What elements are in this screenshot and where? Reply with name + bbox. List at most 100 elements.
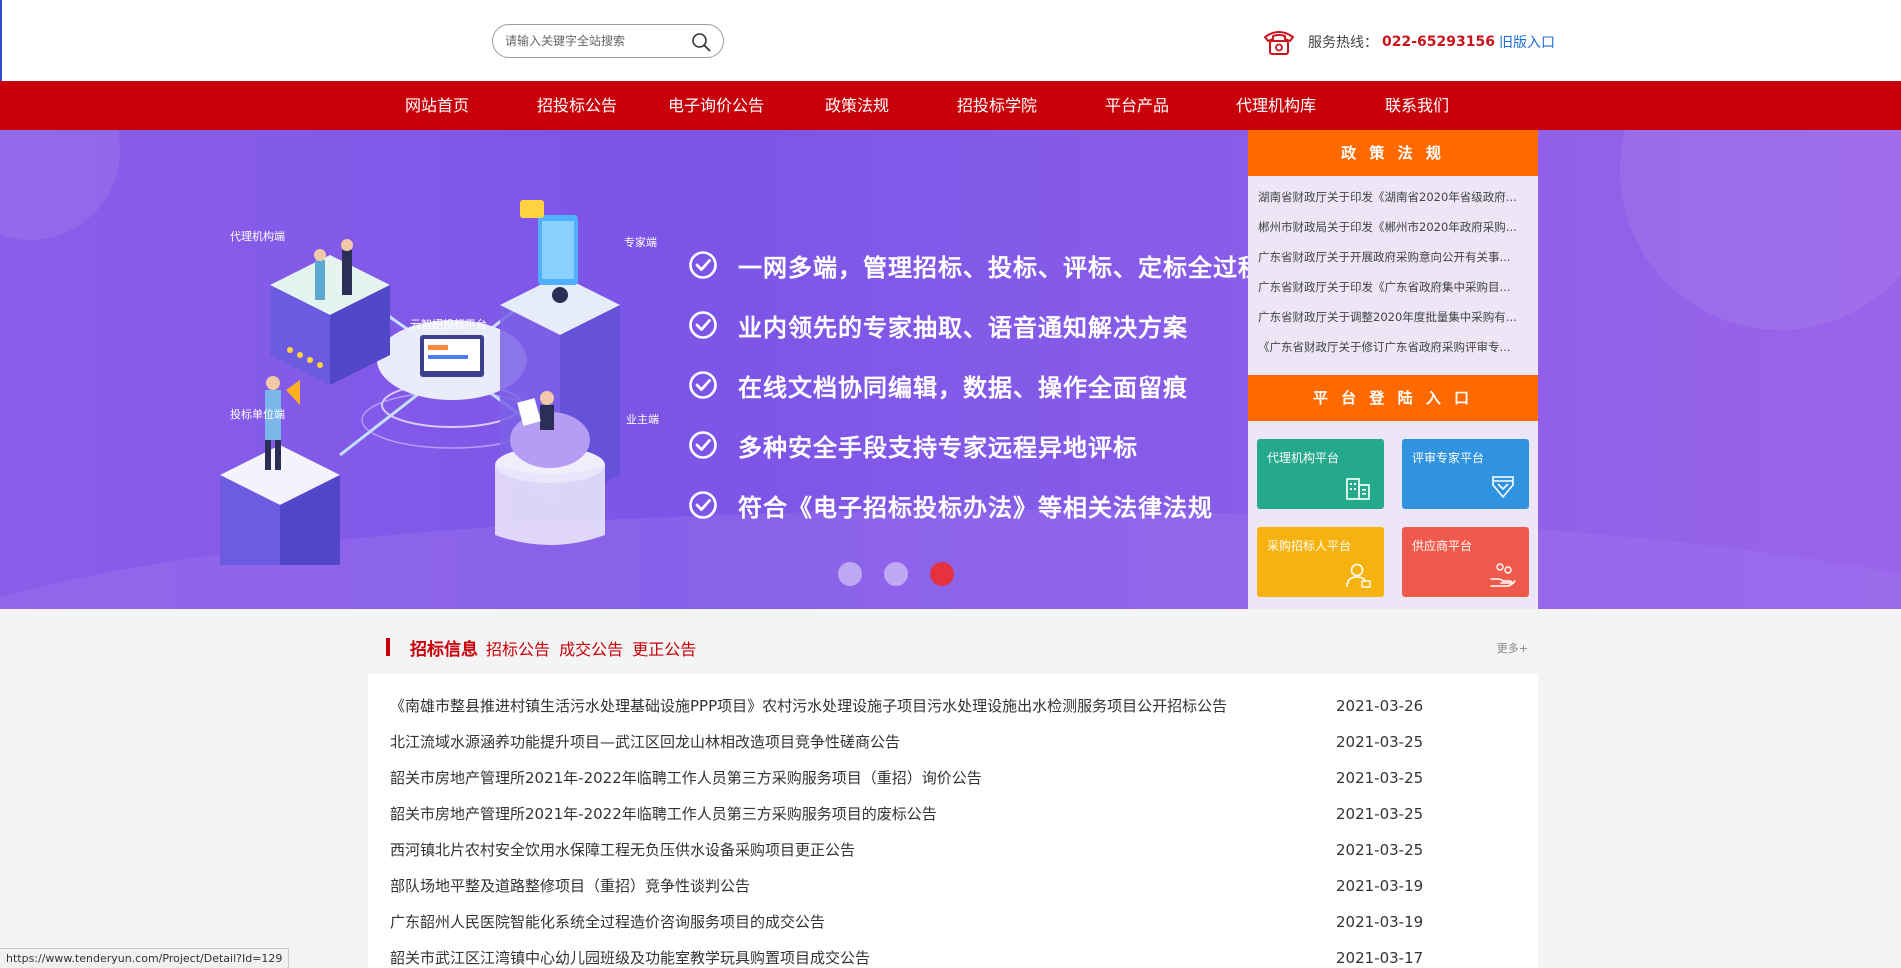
policy-item[interactable]: 湖南省财政厅关于印发《湖南省2020年省级政府... [1258,182,1528,212]
old-version-link[interactable]: 旧版入口 [1499,32,1555,52]
policy-item[interactable]: 《广东省财政厅关于修订广东省政府采购评审专... [1258,332,1528,362]
notice-tabs: 招标公告 成交公告 更正公告 [486,636,700,660]
policy-title: 政 策 法 规 [1248,130,1538,176]
feature-text: 多种安全手段支持专家远程异地评标 [738,433,1138,462]
notice-row[interactable]: 韶关市房地产管理所2021年-2022年临聘工作人员第三方采购服务项目的废标公告… [368,796,1538,832]
phone-icon [1264,31,1294,55]
side-panel: 政 策 法 规 湖南省财政厅关于印发《湖南省2020年省级政府... 郴州市财政… [1248,130,1538,609]
feature-text: 一网多端，管理招标、投标、评标、定标全过程 [738,253,1263,282]
nav-item-home[interactable]: 网站首页 [405,81,469,130]
notice-row-title[interactable]: 西河镇北片农村安全饮用水保障工程无负压供水设备采购项目更正公告 [390,832,855,868]
nav-item-policy[interactable]: 政策法规 [825,81,889,130]
supplier-platform-tile[interactable]: 供应商平台 [1402,527,1529,597]
carousel-dots [838,562,976,586]
feature-text: 业内领先的专家抽取、语音通知解决方案 [738,313,1188,342]
feature-item: 在线文档协同编辑，数据、操作全面留痕 [688,355,1263,415]
policy-item[interactable]: 郴州市财政局关于印发《郴州市2020年政府采购... [1258,212,1528,242]
tab-correction[interactable]: 更正公告 [632,640,696,659]
illustration-label-expert: 专家端 [624,236,657,249]
notice-row-date: 2021-03-25 [1336,805,1424,823]
carousel-dot-2[interactable] [884,562,908,586]
notice-row-date: 2021-03-25 [1336,841,1424,859]
policy-item[interactable]: 广东省财政厅关于调整2020年度批量集中采购有... [1258,302,1528,332]
tile-label: 采购招标人平台 [1267,539,1352,553]
illustration-label-platform: 云智招投标平台 [410,318,487,331]
login-title: 平 台 登 陆 入 口 [1248,375,1538,421]
notice-title: 招标信息 [410,640,478,660]
notice-row[interactable]: 部队场地平整及道路整修项目（重招）竞争性谈判公告 2021-03-19 [368,868,1538,904]
notice-row-date: 2021-03-19 [1336,913,1424,931]
login-tiles: 代理机构平台 评审专家平台 采购招标人平台 供应商平台 [1248,421,1538,609]
more-link[interactable]: 更多+ [1497,640,1528,656]
notice-row[interactable]: 《南雄市整县推进村镇生活污水处理基础设施PPP项目》农村污水处理设施子项目污水处… [368,688,1538,724]
tile-label: 供应商平台 [1412,539,1473,553]
notice-row[interactable]: 韶关市房地产管理所2021年-2022年临聘工作人员第三方采购服务项目（重招）询… [368,760,1538,796]
expert-platform-tile[interactable]: 评审专家平台 [1402,439,1529,509]
policy-list: 湖南省财政厅关于印发《湖南省2020年省级政府... 郴州市财政局关于印发《郴州… [1248,176,1538,375]
notice-row-date: 2021-03-26 [1336,697,1424,715]
tab-tender[interactable]: 招标公告 [486,640,550,659]
notice-row-title[interactable]: 韶关市房地产管理所2021年-2022年临聘工作人员第三方采购服务项目的废标公告 [390,796,937,832]
notice-row-title[interactable]: 韶关市房地产管理所2021年-2022年临聘工作人员第三方采购服务项目（重招）询… [390,760,982,796]
platform-illustration [220,200,620,565]
carousel-dot-3[interactable] [930,562,954,586]
feature-text: 符合《电子招标投标办法》等相关法律法规 [738,493,1213,522]
notice-row-title[interactable]: 《南雄市整县推进村镇生活污水处理基础设施PPP项目》农村污水处理设施子项目污水处… [390,688,1227,724]
agency-platform-tile[interactable]: 代理机构平台 [1257,439,1384,509]
feature-list: 一网多端，管理招标、投标、评标、定标全过程 业内领先的专家抽取、语音通知解决方案… [688,235,1263,535]
tile-label: 代理机构平台 [1267,451,1340,465]
feature-item: 多种安全手段支持专家远程异地评标 [688,415,1263,475]
notice-row[interactable]: 西河镇北片农村安全饮用水保障工程无负压供水设备采购项目更正公告 2021-03-2… [368,832,1538,868]
status-bar-url: https://www.tenderyun.com/Project/Detail… [0,948,290,968]
notice-row-date: 2021-03-25 [1336,733,1424,751]
notice-section: 招标信息 招标公告 成交公告 更正公告 更多+ 《南雄市整县推进村镇生活污水处理… [368,618,1538,968]
nav-item-academy[interactable]: 招投标学院 [957,81,1037,130]
notice-row[interactable]: 北江流域水源涵养功能提升项目—武江区回龙山林相改造项目竞争性磋商公告 2021-0… [368,724,1538,760]
notice-list: 《南雄市整县推进村镇生活污水处理基础设施PPP项目》农村污水处理设施子项目污水处… [368,688,1538,968]
check-circle-icon [689,491,717,519]
policy-item[interactable]: 广东省财政厅关于开展政府采购意向公开有关事... [1258,242,1528,272]
check-circle-icon [689,371,717,399]
notice-header: 招标信息 招标公告 成交公告 更正公告 更多+ [368,618,1538,674]
notice-row-date: 2021-03-25 [1336,769,1424,787]
hotline: 服务热线： 022-65293156 旧版入口 [1262,26,1555,58]
notice-row-title[interactable]: 部队场地平整及道路整修项目（重招）竞争性谈判公告 [390,868,750,904]
building-icon [1346,478,1370,500]
nav-item-agencies[interactable]: 代理机构库 [1236,81,1316,130]
top-bar: 服务热线： 022-65293156 旧版入口 [0,0,1901,81]
illustration-label-owner: 业主端 [626,413,659,426]
nav-item-products[interactable]: 平台产品 [1105,81,1169,130]
check-circle-icon [689,431,717,459]
notice-row[interactable]: 韶关市武江区江湾镇中心幼儿园班级及功能室教学玩具购置项目成交公告 2021-03-… [368,940,1538,968]
carousel-dot-1[interactable] [838,562,862,586]
tab-deal[interactable]: 成交公告 [559,640,623,659]
feature-item: 一网多端，管理招标、投标、评标、定标全过程 [688,235,1263,295]
hotline-label: 服务热线： [1308,35,1378,51]
user-icon [1346,563,1371,588]
main-nav: 网站首页 招投标公告 电子询价公告 政策法规 招投标学院 平台产品 代理机构库 … [0,81,1901,130]
feature-text: 在线文档协同编辑，数据、操作全面留痕 [738,373,1188,402]
tile-label: 评审专家平台 [1412,451,1485,465]
purchaser-platform-tile[interactable]: 采购招标人平台 [1257,527,1384,597]
check-circle-icon [689,251,717,279]
nav-item-tender-notice[interactable]: 招投标公告 [537,81,617,130]
hotline-number: 022-65293156 [1382,34,1495,50]
search-box[interactable] [492,24,724,58]
illustration-label-bidder: 投标单位端 [230,408,285,421]
feature-item: 业内领先的专家抽取、语音通知解决方案 [688,295,1263,355]
notice-row-title[interactable]: 韶关市武江区江湾镇中心幼儿园班级及功能室教学玩具购置项目成交公告 [390,940,870,968]
notice-row-title[interactable]: 广东韶州人民医院智能化系统全过程造价咨询服务项目的成交公告 [390,904,825,940]
notice-row-date: 2021-03-19 [1336,877,1424,895]
nav-item-contact[interactable]: 联系我们 [1385,81,1449,130]
search-icon[interactable] [691,32,711,52]
check-circle-icon [689,311,717,339]
search-input[interactable] [505,31,685,51]
nav-item-inquiry-notice[interactable]: 电子询价公告 [668,81,764,130]
badge-icon [1492,476,1514,499]
feature-item: 符合《电子招标投标办法》等相关法律法规 [688,475,1263,535]
hero-banner[interactable]: 代理机构端 专家端 云智招投标平台 投标单位端 业主端 一网多端，管理招标、投标… [0,130,1901,609]
notice-row-date: 2021-03-17 [1336,949,1424,967]
notice-row[interactable]: 广东韶州人民医院智能化系统全过程造价咨询服务项目的成交公告 2021-03-19 [368,904,1538,940]
policy-item[interactable]: 广东省财政厅关于印发《广东省政府集中采购目... [1258,272,1528,302]
notice-row-title[interactable]: 北江流域水源涵养功能提升项目—武江区回龙山林相改造项目竞争性磋商公告 [390,724,900,760]
